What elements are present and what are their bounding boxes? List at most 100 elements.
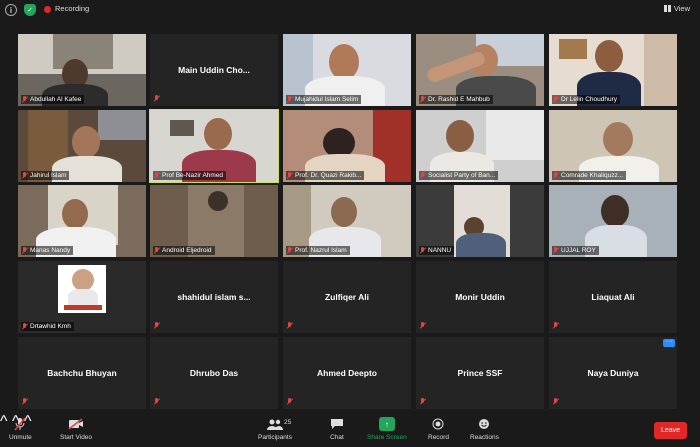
leave-button[interactable]: Leave: [654, 422, 687, 439]
audio-options-chevron-icon[interactable]: ^: [0, 413, 8, 430]
video-tile[interactable]: Mujahidul Islam Selim: [283, 34, 411, 106]
video-tile[interactable]: Prof. Nazrul Islam: [283, 185, 411, 257]
muted-mic-icon: [154, 322, 160, 329]
participant-name-tile[interactable]: Liaquat Ali: [549, 261, 677, 333]
video-tile[interactable]: Abdullah Al Kafee: [18, 34, 146, 106]
start-video-button[interactable]: Start Video: [60, 417, 92, 441]
participant-name: Prof Be-Nazir Ahmed: [162, 172, 224, 179]
view-button[interactable]: View: [663, 4, 690, 13]
video-tile[interactable]: Manas Nandy: [18, 185, 146, 257]
muted-mic-icon: [154, 172, 160, 179]
recording-dot-icon: [44, 6, 51, 13]
muted-mic-icon: [553, 322, 559, 329]
muted-mic-icon: [420, 398, 426, 405]
video-tile[interactable]: Socialist Party of Ban...: [416, 110, 544, 182]
participant-name: Naya Duniya: [587, 368, 639, 378]
muted-mic-icon: [420, 96, 426, 103]
video-tile[interactable]: UJJAL ROY: [549, 185, 677, 257]
participant-name: Ahmed Deepto: [317, 368, 377, 378]
participant-name: Comrade Khaliquzz...: [561, 172, 624, 179]
participant-name-label: Comrade Khaliquzz...: [552, 171, 627, 180]
participant-name-label: Socialist Party of Ban...: [419, 171, 499, 180]
muted-mic-icon: [154, 95, 160, 102]
participant-name-tile[interactable]: Main Uddin Cho...: [150, 34, 278, 106]
participant-name: Prince SSF: [457, 368, 503, 378]
security-shield-icon[interactable]: ✓: [24, 4, 36, 16]
more-options-icon[interactable]: ···: [663, 338, 675, 347]
video-tile[interactable]: Android Eljedroid: [150, 185, 278, 257]
share-screen-label: Share Screen: [367, 434, 407, 441]
info-icon[interactable]: i: [5, 4, 17, 16]
muted-mic-icon: [22, 172, 28, 179]
participant-name: Android Eljedroid: [162, 247, 212, 254]
chat-button[interactable]: Chat: [329, 417, 345, 441]
participant-name-tile[interactable]: Monir Uddin: [416, 261, 544, 333]
participant-name-label: Prof. Nazrul Islam: [286, 246, 350, 255]
participant-name-tile[interactable]: shahidul islam s...: [150, 261, 278, 333]
record-button[interactable]: Record: [428, 417, 449, 441]
video-off-icon: [68, 417, 84, 431]
reactions-smiley-icon: [476, 417, 492, 431]
muted-mic-icon: [22, 96, 28, 103]
participants-label: Participants: [258, 434, 292, 441]
muted-mic-icon: [287, 398, 293, 405]
video-tile[interactable]: Prof. Dr. Quazi Rakib...: [283, 110, 411, 182]
video-tile[interactable]: Dr Lelin Choudhury: [549, 34, 677, 106]
video-tile[interactable]: Jahirul Islam: [18, 110, 146, 182]
participant-name: Bachchu Bhuyan: [47, 368, 117, 378]
participant-name: Dhrubo Das: [189, 368, 239, 378]
participant-name-label: Dr Lelin Choudhury: [552, 95, 621, 104]
participant-name-label: Manas Nandy: [21, 246, 74, 255]
participant-name-tile[interactable]: Dhrubo Das: [150, 337, 278, 409]
participant-name-label: Prof. Dr. Quazi Rakib...: [286, 171, 365, 180]
participant-name: Main Uddin Cho...: [178, 65, 250, 75]
participant-name: Prof. Dr. Quazi Rakib...: [295, 172, 362, 179]
muted-mic-icon: [420, 172, 426, 179]
participant-name-tile[interactable]: Prince SSF: [416, 337, 544, 409]
participant-name-label: Prof Be-Nazir Ahmed: [153, 171, 227, 180]
participant-name: Socialist Party of Ban...: [428, 172, 496, 179]
video-tile[interactable]: Prof Be-Nazir Ahmed: [149, 109, 279, 183]
participant-name: Zulfiqer Ali: [324, 292, 370, 302]
participant-name-tile[interactable]: Naya Duniya ···: [549, 337, 677, 409]
meeting-top-bar: i ✓ Recording View: [0, 0, 700, 20]
muted-mic-icon: [22, 247, 28, 254]
participant-name-label: UJJAL ROY: [552, 246, 599, 255]
participant-name: Dr Lelin Choudhury: [561, 96, 618, 103]
muted-mic-icon: [287, 96, 293, 103]
participant-name: Abdullah Al Kafee: [30, 96, 82, 103]
video-tile[interactable]: NANNU: [416, 185, 544, 257]
video-tile[interactable]: Dr. Rashid E Mahbub: [416, 34, 544, 106]
chat-label: Chat: [330, 434, 344, 441]
muted-mic-icon: [22, 398, 28, 405]
video-tile[interactable]: Comrade Khaliquzz...: [549, 110, 677, 182]
unmute-button[interactable]: Unmute: [9, 417, 32, 441]
participant-name: Jahirul Islam: [30, 172, 67, 179]
muted-mic-icon: [553, 96, 559, 103]
muted-mic-icon: [154, 247, 160, 254]
record-label: Record: [428, 434, 449, 441]
muted-microphone-icon: [12, 417, 28, 431]
participant-name-label: NANNU: [419, 246, 455, 255]
share-screen-button[interactable]: ↑ Share Screen: [367, 417, 407, 441]
participant-name-label: Jahirul Islam: [21, 171, 70, 180]
participant-name: Dr. Rashid E Mahbub: [428, 96, 490, 103]
chat-bubble-icon: [329, 417, 345, 431]
participant-name-tile[interactable]: Bachchu Bhuyan: [18, 337, 146, 409]
participant-name: Mujahidul Islam Selim: [295, 96, 359, 103]
unmute-label: Unmute: [9, 434, 32, 441]
muted-mic-icon: [420, 247, 426, 254]
share-screen-arrow-icon: ↑: [378, 417, 395, 431]
reactions-button[interactable]: Reactions: [470, 417, 499, 441]
participant-name: shahidul islam s...: [177, 292, 251, 302]
participant-name-tile[interactable]: Ahmed Deepto: [283, 337, 411, 409]
muted-mic-icon: [553, 398, 559, 405]
video-tile[interactable]: Drtawhid Kmh: [18, 261, 146, 333]
participant-name: Prof. Nazrul Islam: [295, 247, 347, 254]
participant-name-label: Mujahidul Islam Selim: [286, 95, 362, 104]
muted-mic-icon: [420, 322, 426, 329]
participants-count: 25: [284, 419, 292, 426]
participant-name: Liaquat Ali: [591, 292, 635, 302]
participant-name-label: Android Eljedroid: [153, 246, 215, 255]
participant-name-tile[interactable]: Zulfiqer Ali: [283, 261, 411, 333]
